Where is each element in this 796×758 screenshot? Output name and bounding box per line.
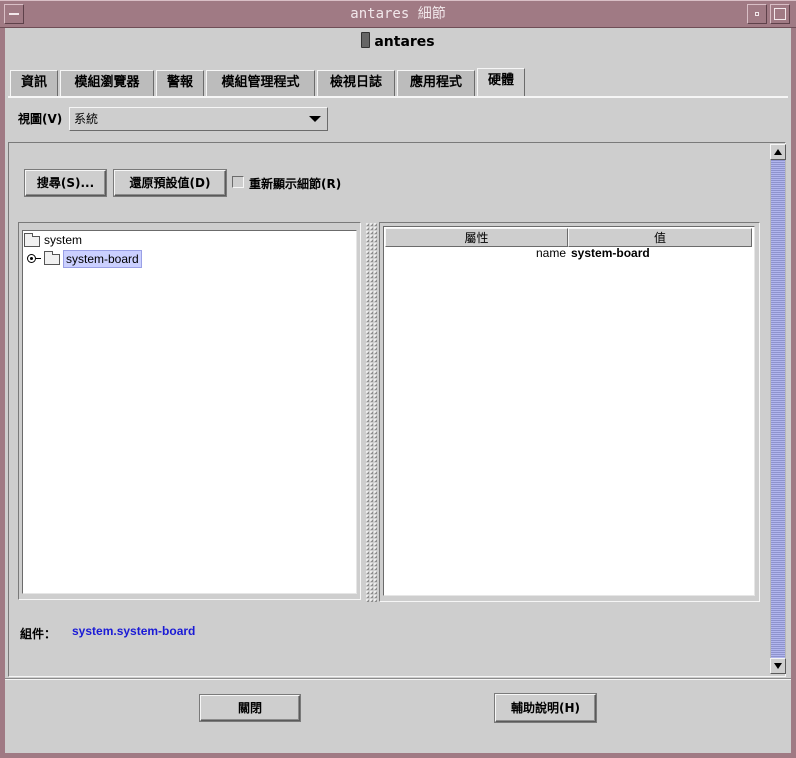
restore-defaults-button[interactable]: 還原預設值(D) — [114, 170, 226, 196]
tree-connector — [36, 258, 41, 259]
tab-divider — [8, 96, 788, 98]
close-button[interactable]: 關閉 — [200, 695, 300, 721]
host-name: antares — [374, 34, 435, 50]
scroll-up-button[interactable] — [770, 144, 786, 160]
arrow-down-icon — [774, 663, 782, 669]
scrollbar-thumb[interactable] — [771, 160, 785, 658]
tab-module-manager[interactable]: 模組管理程式 — [206, 70, 315, 96]
folder-icon — [24, 233, 40, 247]
host-header: antares — [5, 30, 791, 54]
component-value: system.system-board — [72, 624, 196, 638]
footer-divider — [5, 678, 791, 680]
expand-handle-icon[interactable] — [27, 254, 36, 263]
table-cell-value: system-board — [571, 246, 650, 260]
view-select-value: 系統 — [74, 112, 99, 126]
component-label: 組件： — [20, 627, 57, 641]
view-select[interactable]: 系統 — [69, 107, 328, 131]
tab-alarms[interactable]: 警報 — [156, 70, 204, 96]
maximize-icon — [774, 8, 786, 20]
search-button[interactable]: 搜尋(S)... — [25, 170, 106, 196]
tab-hardware[interactable]: 硬體 — [477, 68, 525, 97]
minimize-button[interactable] — [747, 4, 767, 24]
tab-module-browser[interactable]: 模組瀏覽器 — [60, 70, 154, 96]
tab-info[interactable]: 資訊 — [10, 70, 58, 96]
split-pane-divider[interactable] — [365, 222, 377, 602]
table-cell-attribute: name — [535, 246, 566, 260]
arrow-up-icon — [774, 149, 782, 155]
window-title: antares 細節 — [350, 6, 446, 22]
hardware-tree[interactable] — [22, 230, 357, 594]
tree-item-system-board[interactable]: system-board — [63, 250, 142, 268]
redisplay-details-label: 重新顯示細節(R) — [249, 177, 342, 191]
tab-applications[interactable]: 應用程式 — [397, 70, 475, 96]
minimize-icon — [755, 12, 759, 16]
scroll-down-button[interactable] — [770, 658, 786, 674]
folder-icon — [44, 251, 60, 265]
maximize-button[interactable] — [770, 4, 790, 24]
tab-view-log[interactable]: 檢視日誌 — [317, 70, 395, 96]
redisplay-details-checkbox[interactable] — [232, 176, 244, 188]
view-label: 視圖(V) — [18, 112, 63, 126]
column-header-value[interactable]: 值 — [568, 228, 752, 247]
help-button[interactable]: 輔助說明(H) — [495, 694, 596, 722]
column-header-attribute[interactable]: 屬性 — [385, 228, 568, 247]
server-icon — [361, 32, 371, 48]
chevron-down-icon — [309, 116, 321, 122]
tree-item-system[interactable]: system — [44, 233, 82, 247]
properties-table — [383, 226, 755, 596]
